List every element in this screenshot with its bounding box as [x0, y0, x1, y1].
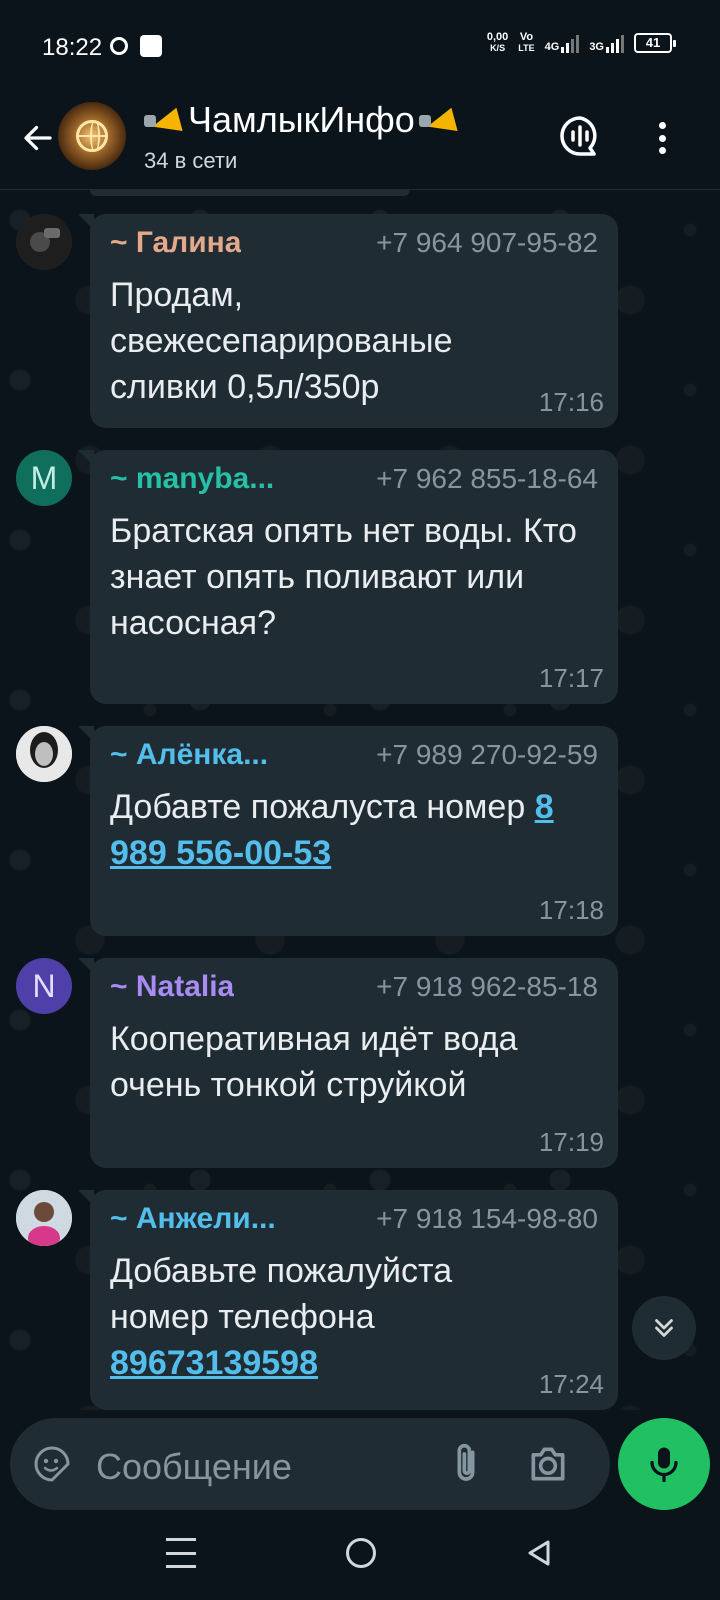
sender-name[interactable]: ~ manyba...: [110, 462, 274, 496]
sender-name[interactable]: ~ Галина: [110, 226, 241, 260]
message-time: 17:18: [538, 895, 604, 925]
sender-phone: +7 964 907-95-82: [376, 227, 598, 258]
megaphone-icon: [417, 105, 461, 135]
net-speed: 0,00 K/S: [487, 32, 508, 54]
status-time: 18:22: [42, 34, 103, 61]
message-text: Добавте пожалуста номер 8 989 556-00-53: [110, 784, 570, 876]
volte-sub-label: LTE: [518, 43, 535, 53]
message-text-body: Добавьте пожалуйста номер телефона: [110, 1252, 453, 1336]
phone-link[interactable]: 89673139598: [110, 1344, 318, 1382]
home-icon[interactable]: [346, 1538, 376, 1568]
system-back-icon[interactable]: [524, 1538, 554, 1568]
signal-bars-icon: [606, 33, 624, 53]
network-3g-label: 3G: [589, 41, 604, 53]
message-bubble[interactable]: ~ Анжели... +7 918 154-98-80 Добавьте по…: [90, 1190, 618, 1410]
microphone-icon: [650, 1447, 678, 1483]
signal-bars-icon: [561, 33, 580, 53]
message-composer: Сообщение: [10, 1418, 610, 1510]
more-options-icon[interactable]: [652, 116, 672, 160]
message-text: Братская опять нет воды. Кто знает опять…: [110, 512, 577, 642]
voice-chat-icon[interactable]: [556, 112, 604, 160]
sender-avatar[interactable]: [16, 726, 72, 782]
message-time: 17:19: [538, 1127, 604, 1157]
double-chevron-down-icon: [655, 1319, 673, 1337]
sender-avatar[interactable]: N: [16, 958, 72, 1014]
message-bubble[interactable]: ~ Алёнка... +7 989 270-92-59 Добавте пож…: [90, 726, 618, 936]
chat-title[interactable]: ЧамлыкИнфо: [140, 98, 463, 142]
network-4g-label: 4G: [544, 41, 560, 53]
sender-name[interactable]: ~ Natalia: [110, 970, 234, 1004]
alarm-icon: [110, 37, 128, 55]
sticker-icon[interactable]: [32, 1444, 72, 1484]
notification-icon: [140, 35, 162, 57]
scroll-to-bottom-button[interactable]: [632, 1296, 696, 1360]
megaphone-icon: [142, 105, 186, 135]
net-speed-value: 0,00: [486, 31, 509, 43]
back-arrow-icon[interactable]: [16, 116, 60, 160]
volte-indicator: Vo LTE: [518, 32, 534, 54]
online-count: 34 в сети: [144, 148, 238, 173]
message-text: Кооперативная идёт вода очень тонкой стр…: [110, 1020, 518, 1104]
previous-message-edge: [90, 190, 410, 196]
net-speed-unit: K/S: [490, 43, 506, 53]
chat-header: ЧамлыкИнфо 34 в сети: [0, 92, 720, 190]
recent-apps-icon[interactable]: [166, 1538, 196, 1568]
battery-icon: 41: [634, 33, 676, 53]
message-bubble[interactable]: ~ manyba... +7 962 855-18-64 Братская оп…: [90, 450, 618, 704]
chat-area[interactable]: ~ Галина +7 964 907-95-82 Продам, свежес…: [0, 190, 720, 1410]
message-time: 17:16: [538, 387, 604, 417]
message-text: Продам, свежесепарированые сливки 0,5л/3…: [110, 276, 453, 406]
globe-icon: [76, 120, 108, 152]
message-text: Добавьте пожалуйста номер телефона 89673…: [110, 1248, 530, 1386]
volte-label: Vo: [519, 31, 534, 43]
sender-phone: +7 918 962-85-18: [376, 971, 598, 1002]
sender-avatar[interactable]: [16, 1190, 72, 1246]
status-bar: 18:22 0,00 K/S Vo LTE 4G 3G 41: [0, 0, 720, 92]
message-text-body: Добавте пожалуста номер: [110, 788, 535, 826]
sender-avatar[interactable]: M: [16, 450, 72, 506]
message-input[interactable]: Сообщение: [96, 1446, 292, 1488]
attachment-icon[interactable]: [446, 1440, 486, 1488]
message-bubble[interactable]: ~ Галина +7 964 907-95-82 Продам, свежес…: [90, 214, 618, 428]
system-navigation-bar: [0, 1510, 720, 1600]
voice-record-button[interactable]: [618, 1418, 710, 1510]
chat-title-text: ЧамлыкИнфо: [188, 99, 415, 140]
signal-4g: 4G: [545, 33, 580, 53]
sender-avatar[interactable]: [16, 214, 72, 270]
sender-name[interactable]: ~ Анжели...: [110, 1202, 276, 1236]
message-time: 17:24: [538, 1369, 604, 1399]
message-bubble[interactable]: ~ Natalia +7 918 962-85-18 Кооперативная…: [90, 958, 618, 1168]
signal-3g: 3G: [589, 33, 624, 53]
camera-icon[interactable]: [526, 1442, 570, 1486]
sender-phone: +7 989 270-92-59: [376, 739, 598, 770]
avatar-initial: M: [30, 459, 58, 496]
status-indicators: 0,00 K/S Vo LTE 4G 3G 41: [487, 32, 676, 54]
sender-name[interactable]: ~ Алёнка...: [110, 738, 268, 772]
message-time: 17:17: [538, 663, 604, 693]
group-avatar[interactable]: [58, 102, 126, 170]
sender-phone: +7 962 855-18-64: [376, 463, 598, 494]
avatar-initial: N: [32, 967, 56, 1004]
sender-phone: +7 918 154-98-80: [376, 1203, 598, 1234]
